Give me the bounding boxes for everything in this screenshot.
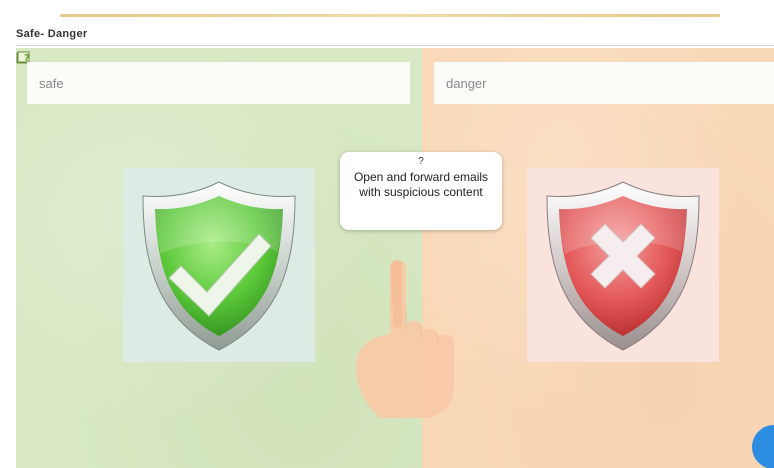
danger-zone[interactable]: danger <box>422 48 774 468</box>
title-divider <box>16 45 774 46</box>
term-question-mark: ? <box>418 156 424 167</box>
x-shield-icon <box>546 181 700 351</box>
safe-label-box: safe <box>27 62 410 104</box>
draggable-term-card[interactable]: ? Open and forward emails with suspiciou… <box>340 152 502 230</box>
x-shield-card <box>527 168 719 362</box>
safe-zone[interactable]: ? safe <box>16 48 422 468</box>
cropped-header-strip <box>0 0 774 20</box>
header-rule <box>60 14 720 17</box>
activity-title: Safe- Danger <box>16 28 88 40</box>
sorting-board: ? safe danger ? Open and forward emails … <box>16 48 774 468</box>
term-text: Open and forward emails with suspicious … <box>353 170 489 199</box>
danger-label-box: danger <box>434 62 774 104</box>
page: Safe- Danger ? safe danger ? Open and fo… <box>0 0 774 468</box>
check-shield-card <box>123 168 315 362</box>
check-shield-icon <box>142 181 296 351</box>
